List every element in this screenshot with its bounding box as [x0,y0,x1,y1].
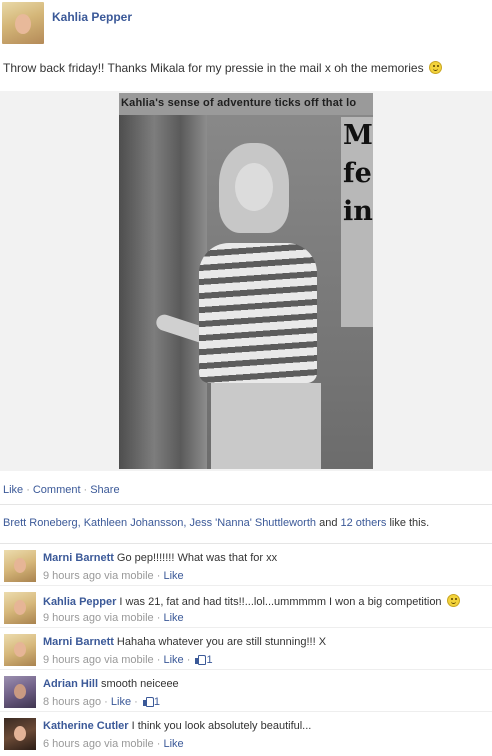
comment-text: Hahaha whatever you are still stunning!!… [116,636,327,648]
comment-meta: 9 hours ago via mobile · Like · 1 [43,654,213,666]
comment-like-link[interactable]: Like [163,654,183,666]
commenter-name[interactable]: Marni Barnett [43,636,114,648]
commenter-avatar[interactable] [4,550,36,582]
post-message: Throw back friday!! Thanks Mikala for my… [3,61,424,75]
likes-connector: and [319,517,338,529]
separator: · [134,696,138,708]
post-header: Kahlia Pepper [0,0,492,46]
comment-body: Kahlia Pepper I was 21, fat and had tits!… [43,594,460,608]
comment-meta: 8 hours ago · Like · 1 [43,696,160,708]
separator: · [104,696,108,708]
comment-body: Marni Barnett Hahaha whatever you are sti… [43,636,326,648]
post-actions: Like · Comment · Share [3,484,120,496]
newspaper-big-letters: M fe in [343,117,373,231]
comment-body: Katherine Cutler I think you look absolut… [43,720,311,732]
comment-text: smooth neiceee [101,678,179,690]
comment-text: Go pep!!!!!!! What was that for xx [116,552,278,564]
separator: · [186,654,191,666]
comment-meta: 9 hours ago via mobile · Like [43,570,184,582]
separator: · [156,570,161,582]
commenter-name[interactable]: Katherine Cutler [43,720,129,732]
comment-item: Marni Barnett Go pep!!!!!!! What was that… [0,546,492,586]
comment-text: I think you look absolutely beautiful... [131,720,312,732]
comment-like-link[interactable]: Like [163,570,183,582]
commenter-name[interactable]: Adrian Hill [43,678,98,690]
smiley-emoticon-icon [446,594,460,607]
thumbs-up-icon[interactable] [195,654,207,665]
newspaper-headline: Kahlia's sense of adventure ticks off th… [121,97,357,109]
commenter-avatar[interactable] [4,634,36,666]
comment-like-count[interactable]: 1 [154,696,160,708]
likes-summary: Brett Roneberg, Kathleen Johansson, Jess… [3,517,429,529]
comment-text: I was 21, fat and had tits!!...lol...umm… [119,596,442,608]
big-letter-1: M [343,120,373,151]
comment-time[interactable]: 9 hours ago via mobile [43,612,154,624]
thumbs-up-icon[interactable] [142,696,154,707]
comment-like-link[interactable]: Like [111,696,131,708]
big-letter-2: fe [343,158,372,189]
comment-item: Kahlia Pepper I was 21, fat and had tits!… [0,588,492,628]
separator: · [26,484,30,496]
comment-item: Katherine Cutler I think you look absolut… [0,714,492,754]
comment-meta: 6 hours ago via mobile · Like [43,738,184,750]
author-name-link[interactable]: Kahlia Pepper [52,10,132,24]
comment-link[interactable]: Comment [33,484,81,496]
comment-time[interactable]: 9 hours ago via mobile [43,570,154,582]
smiley-emoticon-icon [428,61,442,74]
separator: · [83,484,88,496]
likes-others-link[interactable]: 12 others [341,517,387,529]
post-photo[interactable]: Kahlia's sense of adventure ticks off th… [119,93,373,469]
comment-body: Marni Barnett Go pep!!!!!!! What was that… [43,552,277,564]
avatar-face [14,726,26,741]
post-text: Throw back friday!! Thanks Mikala for my… [3,61,442,75]
photo-striped-shirt [199,243,317,383]
likers-names[interactable]: Brett Roneberg, Kathleen Johansson, Jess… [3,517,316,529]
comment-item: Marni Barnett Hahaha whatever you are sti… [0,630,492,670]
avatar-face [14,684,26,699]
separator: · [156,612,161,624]
likes-suffix: like this. [389,517,430,529]
likes-bar: Brett Roneberg, Kathleen Johansson, Jess… [0,504,492,544]
photo-face [235,163,273,211]
photo-frame: Kahlia's sense of adventure ticks off th… [0,91,492,471]
commenter-name[interactable]: Marni Barnett [43,552,114,564]
photo-jeans [211,383,321,469]
commenter-avatar[interactable] [4,718,36,750]
comment-item: Adrian Hill smooth neiceee 8 hours ago · … [0,672,492,712]
like-link[interactable]: Like [3,484,23,496]
avatar-face [15,14,31,34]
comment-meta: 9 hours ago via mobile · Like [43,612,184,624]
author-avatar[interactable] [2,2,44,44]
big-letter-3: in [343,196,373,227]
avatar-face [14,600,26,615]
avatar-face [14,558,26,573]
separator: · [156,738,161,750]
comment-body: Adrian Hill smooth neiceee [43,678,179,690]
comment-time[interactable]: 9 hours ago via mobile [43,654,154,666]
comment-like-link[interactable]: Like [163,738,183,750]
comment-time[interactable]: 6 hours ago via mobile [43,738,154,750]
commenter-avatar[interactable] [4,592,36,624]
photo-tree [119,115,207,469]
comment-like-link[interactable]: Like [163,612,183,624]
commenter-name[interactable]: Kahlia Pepper [43,596,116,608]
share-link[interactable]: Share [90,484,119,496]
separator: · [156,654,161,666]
comment-like-count[interactable]: 1 [206,654,212,666]
comment-time[interactable]: 8 hours ago [43,696,101,708]
commenter-avatar[interactable] [4,676,36,708]
avatar-face [14,642,26,657]
